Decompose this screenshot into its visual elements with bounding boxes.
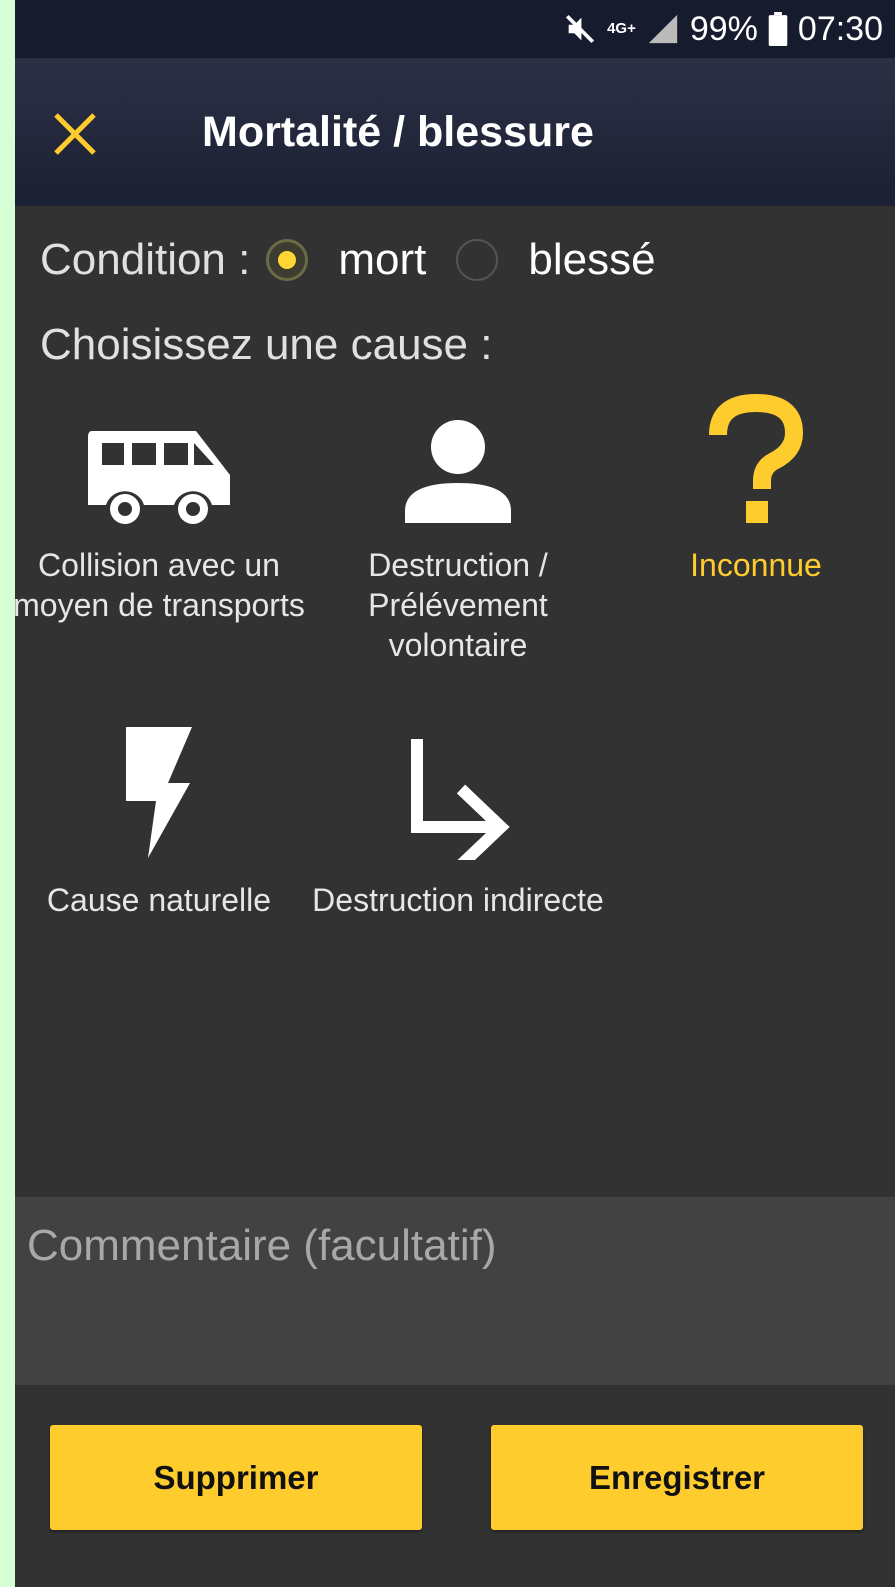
clock: 07:30 bbox=[797, 9, 883, 48]
comment-area[interactable] bbox=[15, 1197, 895, 1385]
radio-circle-unchecked[interactable] bbox=[456, 239, 499, 281]
lightning-icon bbox=[126, 727, 192, 858]
question-mark-icon bbox=[709, 393, 804, 523]
close-button[interactable] bbox=[47, 106, 103, 162]
mute-icon bbox=[563, 12, 597, 46]
cause-label[interactable]: Cause naturelle bbox=[15, 880, 309, 920]
radio-mort[interactable]: mort bbox=[266, 235, 456, 285]
cause-label[interactable]: Inconnue bbox=[606, 545, 895, 585]
save-button[interactable]: Enregistrer bbox=[491, 1425, 863, 1530]
cause-label[interactable]: Collision avec un moyen de transports bbox=[15, 545, 309, 625]
cause-destruction-volontaire[interactable]: Destruction / Prélévement volontaire bbox=[308, 385, 608, 665]
cause-naturelle[interactable]: Cause naturelle bbox=[15, 720, 309, 920]
radio-label-mort[interactable]: mort bbox=[338, 235, 426, 285]
cause-prompt: Choisissez une cause : bbox=[40, 320, 493, 369]
cause-label[interactable]: Destruction / Prélévement volontaire bbox=[308, 545, 608, 665]
cause-collision[interactable]: Collision avec un moyen de transports bbox=[15, 385, 309, 625]
condition-row: Condition : mort blessé bbox=[40, 232, 686, 288]
cause-label[interactable]: Destruction indirecte bbox=[308, 880, 608, 920]
phone-screen: 4G+ 99% 07:30 Mortalité / blessure Condi… bbox=[15, 0, 895, 1587]
signal-icon bbox=[646, 12, 680, 46]
person-icon bbox=[405, 420, 511, 523]
turn-right-arrow-icon bbox=[411, 739, 510, 860]
app-bar: Mortalité / blessure bbox=[15, 58, 895, 206]
close-icon bbox=[54, 113, 96, 155]
network-type: 4G+ bbox=[607, 20, 636, 37]
battery-percent: 99% bbox=[689, 9, 758, 48]
status-bar: 4G+ 99% 07:30 bbox=[15, 0, 895, 58]
comment-input[interactable] bbox=[15, 1197, 895, 1289]
cause-inconnue[interactable]: Inconnue bbox=[606, 385, 895, 585]
radio-label-blesse[interactable]: blessé bbox=[528, 235, 655, 285]
page-title: Mortalité / blessure bbox=[202, 108, 594, 156]
battery-icon bbox=[768, 12, 788, 46]
cause-destruction-indirecte[interactable]: Destruction indirecte bbox=[308, 720, 608, 920]
van-icon bbox=[88, 431, 230, 524]
radio-blesse[interactable]: blessé bbox=[456, 235, 685, 285]
delete-button[interactable]: Supprimer bbox=[50, 1425, 422, 1530]
radio-circle-checked[interactable] bbox=[266, 239, 309, 281]
condition-label: Condition : bbox=[40, 235, 251, 284]
